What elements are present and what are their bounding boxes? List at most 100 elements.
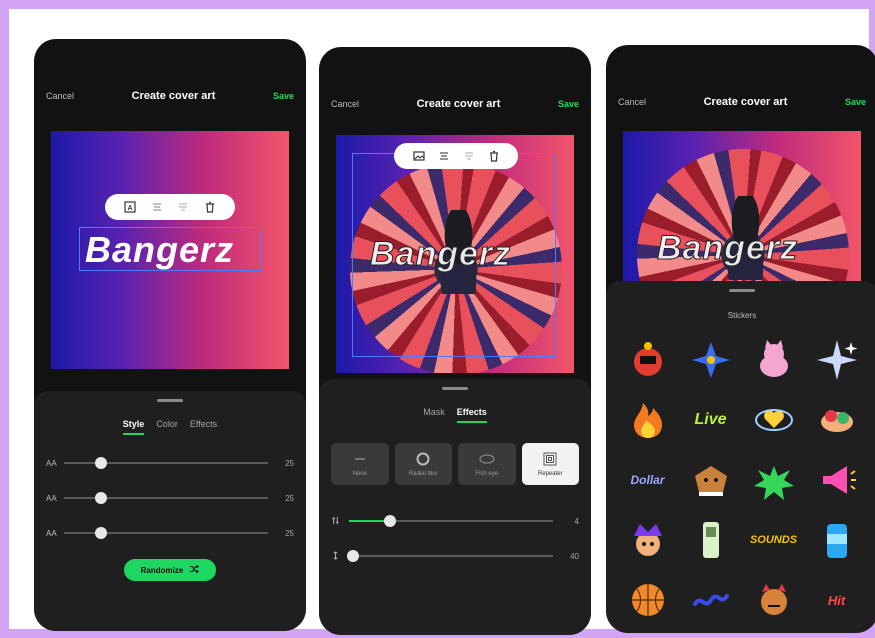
- effect-name: Repeater: [537, 470, 563, 477]
- tab-effects[interactable]: Effects: [456, 407, 487, 423]
- slider-track[interactable]: [347, 550, 553, 562]
- robot-face-icon[interactable]: [620, 333, 675, 387]
- sticker-text[interactable]: SOUNDS: [746, 513, 801, 567]
- randomize-button[interactable]: Randomize: [124, 559, 216, 581]
- devil-face-icon[interactable]: [746, 573, 801, 627]
- blue-flower-icon[interactable]: [683, 333, 738, 387]
- squiggle-icon[interactable]: [683, 573, 738, 627]
- trash-icon[interactable]: [486, 148, 502, 164]
- save-button[interactable]: Save: [845, 97, 866, 107]
- top-bar: Cancel Create cover art Save: [319, 95, 591, 113]
- effect-fish-eye[interactable]: Fish eye: [458, 443, 516, 485]
- slider-track[interactable]: [349, 515, 553, 527]
- heart-orbit-icon[interactable]: [746, 393, 801, 447]
- tab-effects[interactable]: Effects: [190, 419, 217, 435]
- effect-name: Fish eye: [475, 470, 499, 477]
- cover-art-canvas[interactable]: Bangerz: [336, 135, 574, 373]
- soda-can-icon[interactable]: [809, 513, 864, 567]
- slider-value: 4: [574, 516, 579, 526]
- slider-value: 25: [285, 458, 294, 468]
- page-title: Create cover art: [131, 90, 216, 102]
- image-icon[interactable]: [411, 148, 427, 164]
- page-title: Create cover art: [416, 98, 501, 110]
- hands-hug-icon[interactable]: [809, 393, 864, 447]
- cover-art-canvas[interactable]: A Bangerz: [51, 131, 289, 369]
- sticker-text[interactable]: Dollar: [620, 453, 675, 507]
- tab-mask[interactable]: Mask: [423, 407, 445, 423]
- save-button[interactable]: Save: [273, 91, 294, 101]
- spacing-icon[interactable]: [175, 199, 191, 215]
- sparkle-icon[interactable]: [809, 333, 864, 387]
- slider-track[interactable]: [64, 492, 268, 504]
- effect-options: None Radial blur Fish eye Repeater: [331, 443, 579, 485]
- green-splat-icon[interactable]: [746, 453, 801, 507]
- slider-value: 25: [285, 528, 294, 538]
- slider-track[interactable]: [64, 457, 268, 469]
- bottom-sheet: Mask Effects None Radial blur Fish eye R…: [319, 379, 591, 635]
- tab-bar: Mask Effects: [319, 407, 591, 423]
- sticker-sheet: Stickers Live Dollar SOUNDS Hit: [606, 281, 875, 633]
- basketball-icon[interactable]: [620, 573, 675, 627]
- slider-track[interactable]: [64, 527, 268, 539]
- cover-title-text[interactable]: Bangerz: [369, 235, 511, 274]
- slider-row: AA 25: [46, 491, 294, 505]
- effect-name: Radial blur: [408, 470, 438, 477]
- slider-knob[interactable]: [383, 515, 396, 527]
- slider-knob[interactable]: [94, 492, 107, 504]
- cancel-button[interactable]: Cancel: [331, 99, 359, 109]
- image-toolbar: [394, 143, 518, 169]
- phone-screen-effects: Cancel Create cover art Save Bangerz Mas…: [319, 47, 591, 635]
- effect-none[interactable]: None: [331, 443, 389, 485]
- tab-color[interactable]: Color: [156, 419, 178, 435]
- sliders-icon: [331, 516, 349, 527]
- align-icon[interactable]: [436, 148, 452, 164]
- slider-knob[interactable]: [94, 457, 107, 469]
- effect-repeater[interactable]: Repeater: [521, 443, 579, 485]
- page-title: Create cover art: [703, 96, 788, 108]
- sheet-handle[interactable]: [157, 399, 183, 402]
- slider-knob[interactable]: [347, 550, 360, 562]
- tab-bar: Style Color Effects: [34, 419, 306, 435]
- sheet-handle[interactable]: [729, 289, 755, 292]
- randomize-label: Randomize: [140, 565, 184, 575]
- cancel-button[interactable]: Cancel: [618, 97, 646, 107]
- pink-cat-icon[interactable]: [746, 333, 801, 387]
- fire-icon[interactable]: [620, 393, 675, 447]
- cancel-button[interactable]: Cancel: [46, 91, 74, 101]
- text-toolbar: A: [105, 194, 235, 220]
- svg-text:A: A: [128, 205, 133, 212]
- screenshot-canvas: Cancel Create cover art Save A Bangerz S…: [9, 9, 875, 635]
- jester-face-icon[interactable]: [620, 513, 675, 567]
- cover-title-text[interactable]: Bangerz: [656, 229, 798, 268]
- spacing-icon[interactable]: [461, 148, 477, 164]
- slider-knob[interactable]: [94, 527, 107, 539]
- dog-face-icon[interactable]: [683, 453, 738, 507]
- sheet-handle[interactable]: [442, 387, 468, 390]
- sticker-text[interactable]: Hit: [809, 573, 864, 627]
- phone-icon[interactable]: [683, 513, 738, 567]
- megaphone-icon[interactable]: [809, 453, 864, 507]
- slider-row: 4: [331, 514, 579, 528]
- save-button[interactable]: Save: [558, 99, 579, 109]
- align-icon[interactable]: [149, 199, 165, 215]
- effect-radial-blur[interactable]: Radial blur: [394, 443, 452, 485]
- stickers-title: Stickers: [727, 311, 757, 320]
- cover-title-text[interactable]: Bangerz: [85, 229, 234, 271]
- slider-label: AA: [46, 493, 57, 503]
- bottom-sheet: Style Color Effects AA 25 AA 25 AA 25 Ra…: [34, 391, 306, 631]
- trash-icon[interactable]: [202, 199, 218, 215]
- slider-value: 25: [285, 493, 294, 503]
- effect-name: None: [352, 470, 367, 477]
- slider-label: AA: [46, 458, 57, 468]
- phone-screen-style: Cancel Create cover art Save A Bangerz S…: [34, 39, 306, 631]
- font-icon[interactable]: A: [122, 199, 138, 215]
- radial-blur-icon: [414, 452, 432, 466]
- tab-style[interactable]: Style: [122, 419, 144, 435]
- slider-value: 40: [570, 551, 579, 561]
- slider-row: 40: [331, 549, 579, 563]
- slider-label: AA: [46, 528, 57, 538]
- repeater-icon: [541, 452, 559, 466]
- slider-row: AA 25: [46, 526, 294, 540]
- sticker-text[interactable]: Live: [683, 393, 738, 447]
- phone-screen-stickers: Cancel Create cover art Save Bangerz Sti…: [606, 45, 875, 633]
